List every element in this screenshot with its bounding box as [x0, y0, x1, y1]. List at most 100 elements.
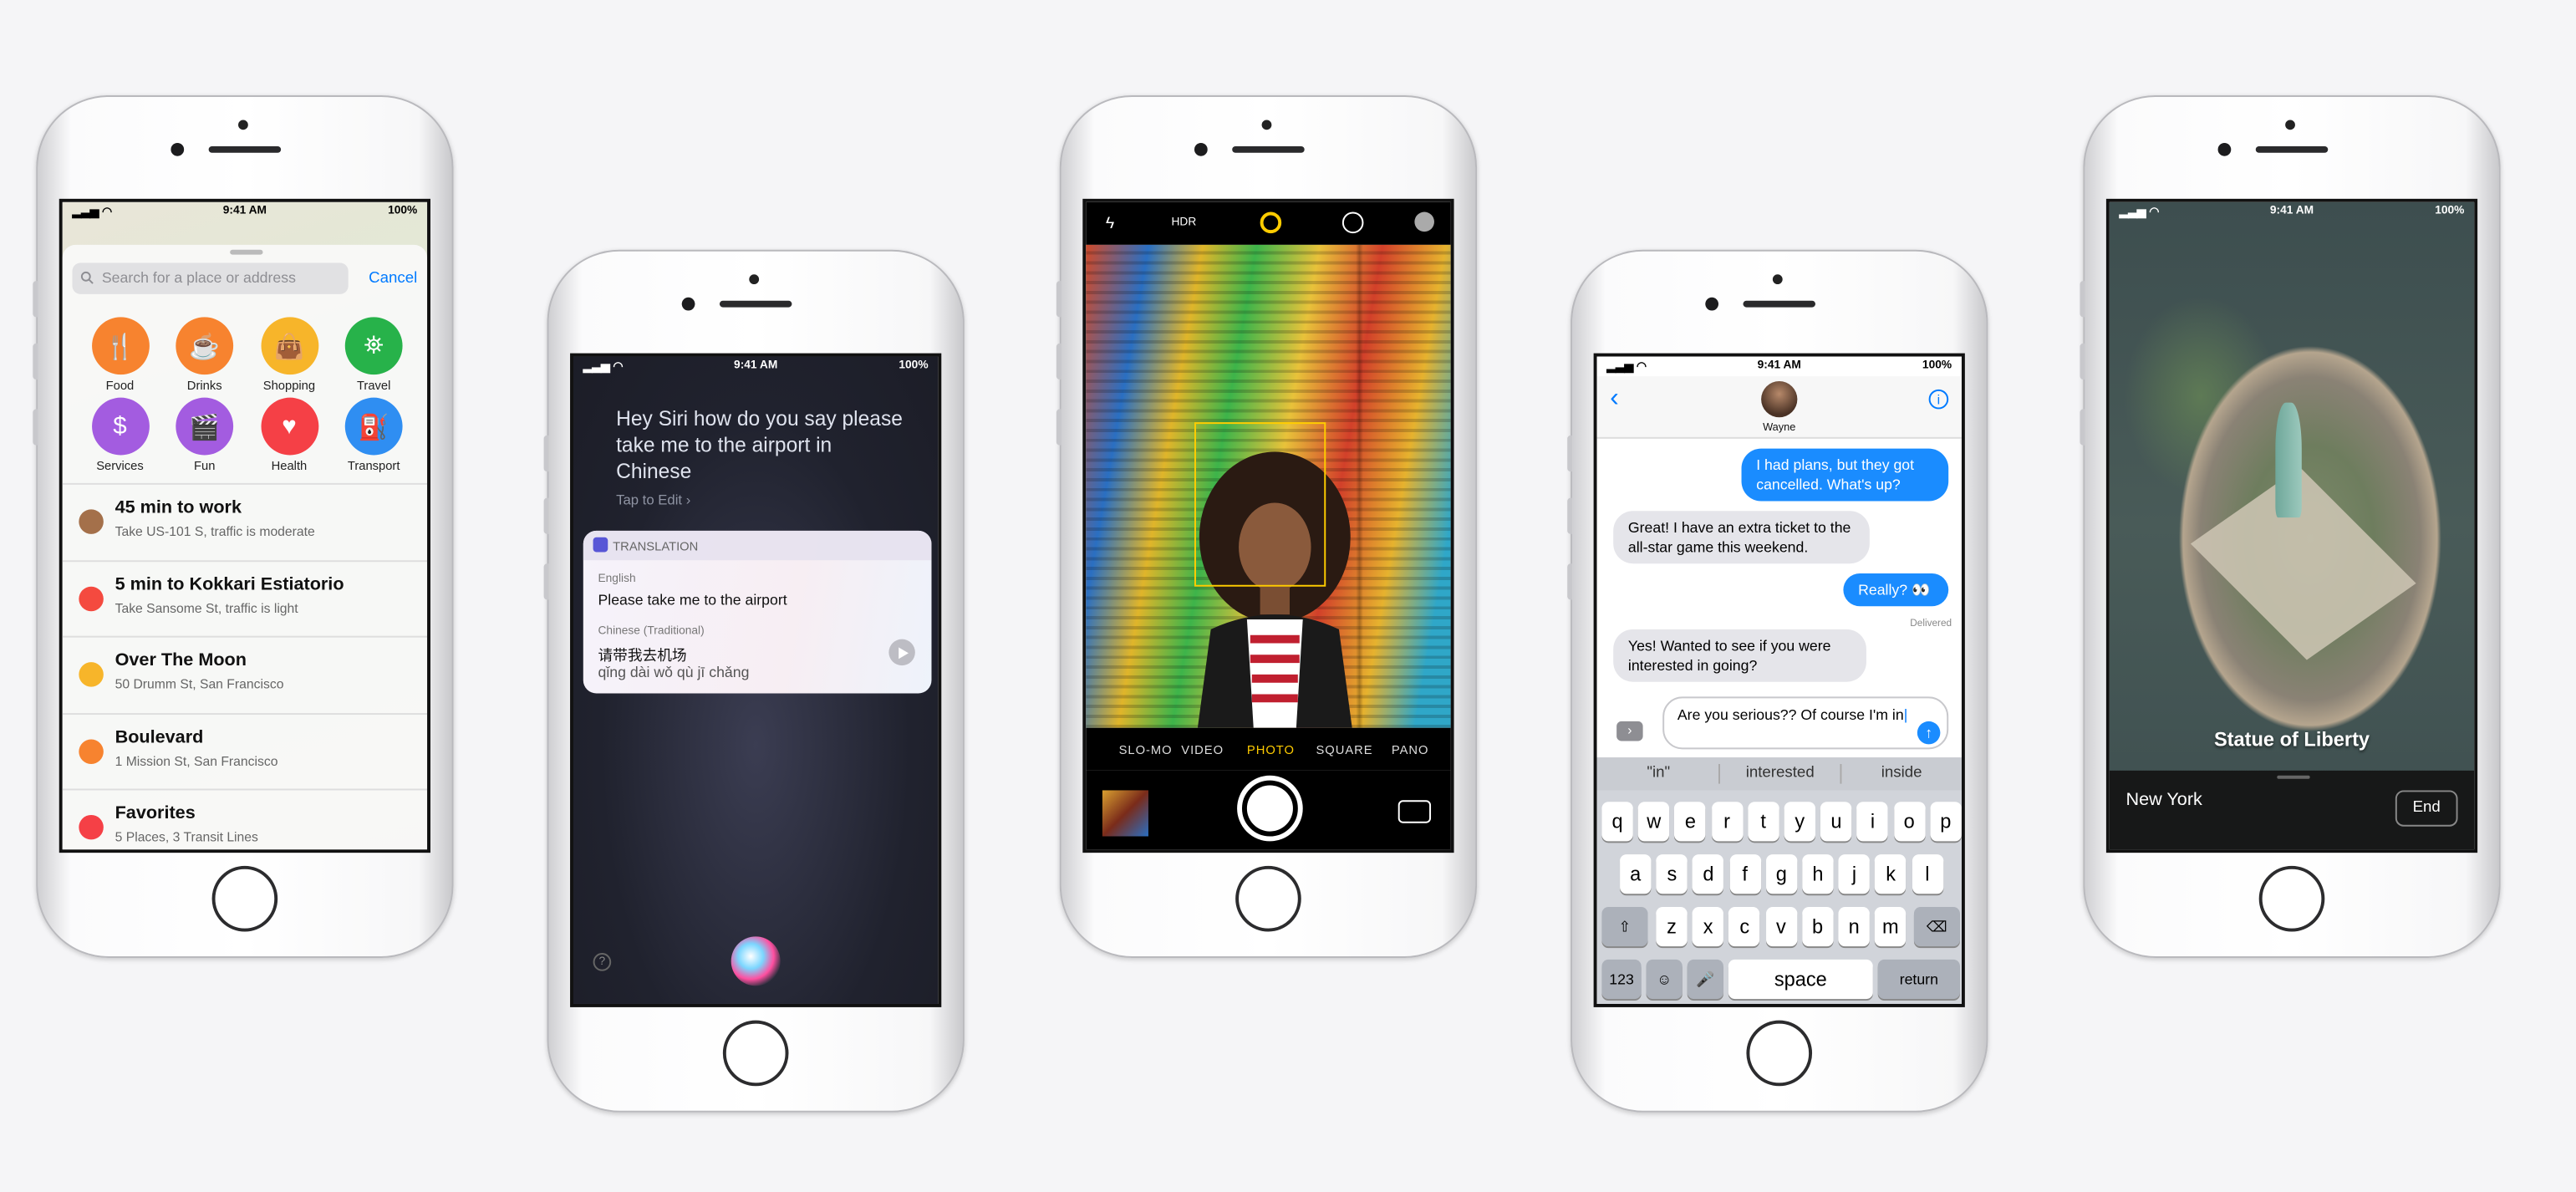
key-u[interactable]: u: [1820, 802, 1852, 842]
key-g[interactable]: g: [1765, 854, 1797, 894]
key-q[interactable]: q: [1601, 802, 1633, 842]
key-p[interactable]: p: [1930, 802, 1962, 842]
key-c[interactable]: c: [1728, 907, 1760, 947]
mode-slo-mo[interactable]: SLO-MO: [1119, 742, 1173, 757]
home-button[interactable]: [211, 865, 278, 932]
search-input[interactable]: Search for a place or address: [72, 262, 349, 294]
switch-camera-icon[interactable]: [1397, 800, 1432, 823]
list-item[interactable]: 45 min to work Take US-101 S, traffic is …: [62, 482, 428, 558]
last-photo-thumbnail[interactable]: [1102, 790, 1148, 837]
list-item[interactable]: 5 min to Kokkari Estiatorio Take Sansome …: [62, 559, 428, 634]
home-button[interactable]: [1746, 1020, 1813, 1087]
category-label: Fun: [194, 458, 216, 474]
key-e[interactable]: e: [1674, 802, 1707, 842]
avatar[interactable]: [1761, 381, 1798, 418]
key-i[interactable]: i: [1856, 802, 1889, 842]
key-f[interactable]: f: [1728, 854, 1761, 894]
flash-icon[interactable]: ϟ: [1106, 215, 1114, 233]
prediction-1[interactable]: interested: [1718, 764, 1841, 782]
search-sheet[interactable]: Search for a place or address Cancel 🍴 Fo…: [62, 244, 428, 850]
info-icon[interactable]: i: [1928, 389, 1949, 410]
key-k[interactable]: k: [1875, 854, 1907, 894]
filters-icon[interactable]: [1414, 211, 1434, 232]
category-drinks[interactable]: ☕ Drinks: [168, 317, 240, 393]
send-arrow-icon[interactable]: ↑: [1917, 721, 1941, 745]
message-bubble[interactable]: Yes! Wanted to see if you were intereste…: [1613, 629, 1866, 682]
category-shopping[interactable]: 👜 Shopping: [253, 317, 325, 393]
cancel-button[interactable]: Cancel: [369, 269, 417, 288]
message-bubble[interactable]: Great! I have an extra ticket to the all…: [1613, 511, 1870, 564]
expand-apps-icon[interactable]: ›: [1616, 721, 1643, 741]
key-b[interactable]: b: [1801, 907, 1834, 947]
key-v[interactable]: v: [1765, 907, 1797, 947]
category-fun[interactable]: 🎬 Fun: [168, 397, 240, 474]
space-key[interactable]: space: [1728, 959, 1873, 1000]
fork-knife-icon: 🍴: [91, 317, 149, 375]
shutter-button[interactable]: [1237, 775, 1303, 842]
key-d[interactable]: d: [1693, 854, 1724, 894]
earpiece-speaker: [2255, 145, 2329, 153]
key-j[interactable]: j: [1838, 854, 1871, 894]
camera-mode-picker[interactable]: SLO-MO VIDEO PHOTO SQUARE PANO: [1086, 727, 1451, 771]
play-button[interactable]: [888, 639, 915, 666]
source-language: English: [598, 573, 636, 585]
siri-orb-icon[interactable]: [731, 936, 781, 986]
hdr-toggle[interactable]: HDR: [1171, 216, 1196, 228]
numbers-key[interactable]: 123: [1601, 959, 1642, 1000]
live-photo-icon[interactable]: [1260, 211, 1282, 234]
list-item[interactable]: Favorites 5 Places, 3 Transit Lines: [62, 788, 428, 849]
sheet-grabber[interactable]: [2277, 775, 2310, 779]
key-s[interactable]: s: [1656, 854, 1688, 894]
key-a[interactable]: a: [1620, 854, 1652, 894]
return-key[interactable]: return: [1877, 959, 1960, 1000]
key-n[interactable]: n: [1838, 907, 1870, 947]
status-bar: ▂▃▅ ◠ 9:41 AM 100%: [63, 202, 427, 222]
contact-name[interactable]: Wayne: [1597, 422, 1962, 434]
status-bar: ▂▃▅ ◠ 9:41 AM 100%: [1597, 357, 1962, 377]
key-m[interactable]: m: [1875, 907, 1907, 947]
tap-to-edit[interactable]: Tap to Edit ›: [616, 492, 690, 508]
camera-viewfinder[interactable]: [1086, 244, 1451, 728]
category-health[interactable]: ♥ Health: [253, 397, 325, 473]
home-button[interactable]: [722, 1020, 789, 1087]
message-bubble[interactable]: I had plans, but they got cancelled. Wha…: [1741, 448, 1949, 502]
earpiece-speaker: [719, 300, 792, 308]
list-item[interactable]: Boulevard 1 Mission St, San Francisco: [62, 712, 428, 787]
mode-video[interactable]: VIDEO: [1181, 742, 1224, 757]
category-food[interactable]: 🍴 Food: [84, 317, 155, 393]
list-item-subtitle: Take US-101 S, traffic is moderate: [115, 524, 315, 539]
key-r[interactable]: r: [1711, 802, 1743, 842]
timer-icon[interactable]: [1341, 211, 1364, 234]
dollar-icon: $: [91, 397, 149, 456]
category-transport[interactable]: ⛽ Transport: [338, 397, 410, 473]
shift-icon[interactable]: ⇧: [1601, 907, 1648, 947]
key-l[interactable]: l: [1912, 854, 1943, 894]
key-h[interactable]: h: [1802, 854, 1834, 894]
emoji-icon[interactable]: ☺: [1646, 959, 1683, 1000]
help-button[interactable]: ?: [593, 953, 612, 971]
back-chevron-icon[interactable]: ‹: [1610, 385, 1618, 414]
key-t[interactable]: t: [1747, 802, 1779, 842]
backspace-icon[interactable]: ⌫: [1913, 907, 1960, 947]
end-button[interactable]: End: [2395, 790, 2458, 827]
key-x[interactable]: x: [1692, 907, 1724, 947]
home-button[interactable]: [2258, 865, 2325, 932]
message-input[interactable]: Are you serious?? Of course I'm in| ↑: [1662, 696, 1949, 750]
category-services[interactable]: $ Services: [84, 397, 155, 473]
prediction-divider: [1840, 764, 1842, 784]
category-travel[interactable]: ⛯ Travel: [338, 317, 410, 393]
key-y[interactable]: y: [1784, 802, 1815, 842]
prediction-2[interactable]: inside: [1840, 764, 1961, 782]
mode-pano[interactable]: PANO: [1392, 742, 1429, 757]
list-item[interactable]: Over The Moon 50 Drumm St, San Francisco: [62, 635, 428, 711]
mode-photo[interactable]: PHOTO: [1247, 742, 1295, 757]
key-z[interactable]: z: [1656, 907, 1688, 947]
prediction-0[interactable]: "in": [1597, 764, 1720, 782]
key-o[interactable]: o: [1893, 802, 1925, 842]
microphone-icon[interactable]: 🎤: [1687, 959, 1723, 1000]
sheet-grabber[interactable]: [230, 249, 263, 255]
message-bubble[interactable]: Really? 👀: [1843, 573, 1949, 607]
home-button[interactable]: [1235, 865, 1301, 932]
mode-square[interactable]: SQUARE: [1316, 742, 1372, 757]
key-w[interactable]: w: [1638, 802, 1670, 842]
